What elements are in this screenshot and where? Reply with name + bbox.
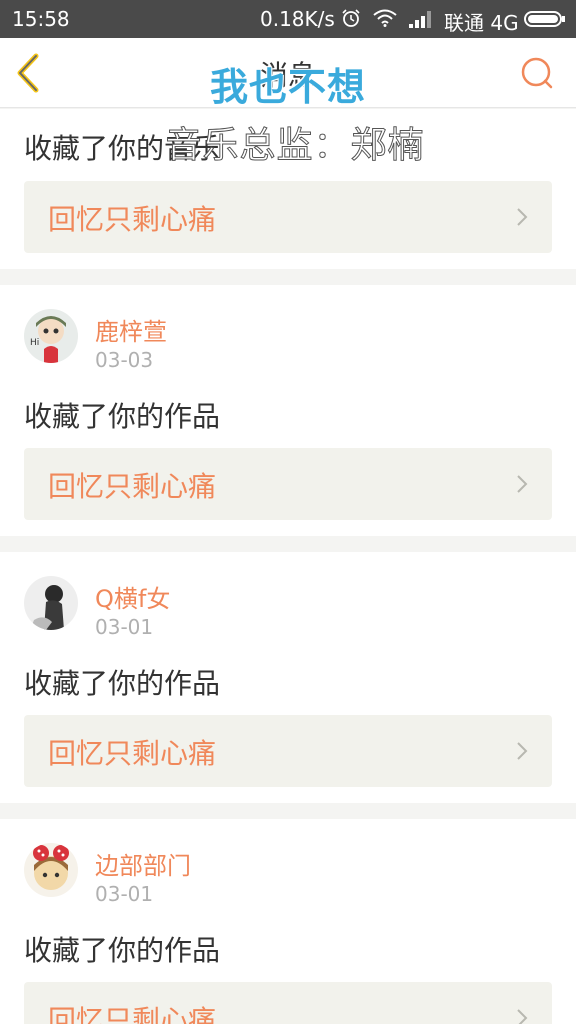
status-time: 15:58 (12, 7, 70, 31)
work-link[interactable]: 回忆只剩心痛 (24, 982, 552, 1024)
work-title: 回忆只剩心痛 (48, 1004, 217, 1024)
work-link[interactable]: 回忆只剩心痛 (24, 715, 552, 787)
chevron-right-icon (517, 208, 528, 226)
avatar[interactable] (24, 576, 78, 630)
work-link[interactable]: 回忆只剩心痛 (24, 448, 552, 520)
chevron-right-icon (517, 1009, 528, 1024)
signal-icon (409, 11, 431, 28)
work-title: 回忆只剩心痛 (48, 470, 217, 503)
message-action: 收藏了你的作品 (24, 934, 221, 967)
user-name[interactable]: 鹿梓萱 (95, 312, 167, 347)
video-caption-title: 我也不想 (209, 65, 366, 109)
user-name[interactable]: 边部部门 (95, 846, 191, 881)
network-speed: 0.18K/s (260, 7, 335, 31)
battery-icon (524, 11, 565, 27)
message-card: Q横f女 03-01 收藏了你的作品 回忆只剩心痛 (0, 552, 576, 803)
chevron-right-icon (517, 475, 528, 493)
message-date: 03-03 (95, 348, 154, 372)
work-link[interactable]: 回忆只剩心痛 (24, 181, 552, 253)
avatar[interactable] (24, 843, 78, 897)
wifi-icon (373, 9, 397, 27)
carrier-label: 联通 4G (444, 11, 519, 35)
work-title: 回忆只剩心痛 (48, 203, 217, 236)
message-date: 03-01 (95, 615, 154, 639)
user-name[interactable]: Q横f女 (95, 579, 170, 614)
chevron-right-icon (517, 742, 528, 760)
video-caption-credit: 音乐总监：郑楠 (165, 125, 425, 167)
alarm-icon (342, 9, 360, 27)
message-date: 03-01 (95, 882, 154, 906)
message-card: Hi 鹿梓萱 03-03 收藏了你的作品 回忆只剩心痛 (0, 285, 576, 536)
avatar[interactable]: Hi (24, 309, 78, 363)
status-bar: 15:58 0.18K/s 联通 4G (0, 0, 576, 38)
message-action: 收藏了你的作品 (24, 400, 221, 433)
message-list[interactable]: 收藏了你的音乐 回忆只剩心痛 Hi 鹿梓萱 03-03 收藏了你的作品 回忆只剩… (0, 109, 576, 1024)
svg-text:Hi: Hi (30, 338, 39, 348)
message-action: 收藏了你的作品 (24, 667, 221, 700)
work-title: 回忆只剩心痛 (48, 737, 217, 770)
message-card: 边部部门 03-01 收藏了你的作品 回忆只剩心痛 (0, 819, 576, 1024)
